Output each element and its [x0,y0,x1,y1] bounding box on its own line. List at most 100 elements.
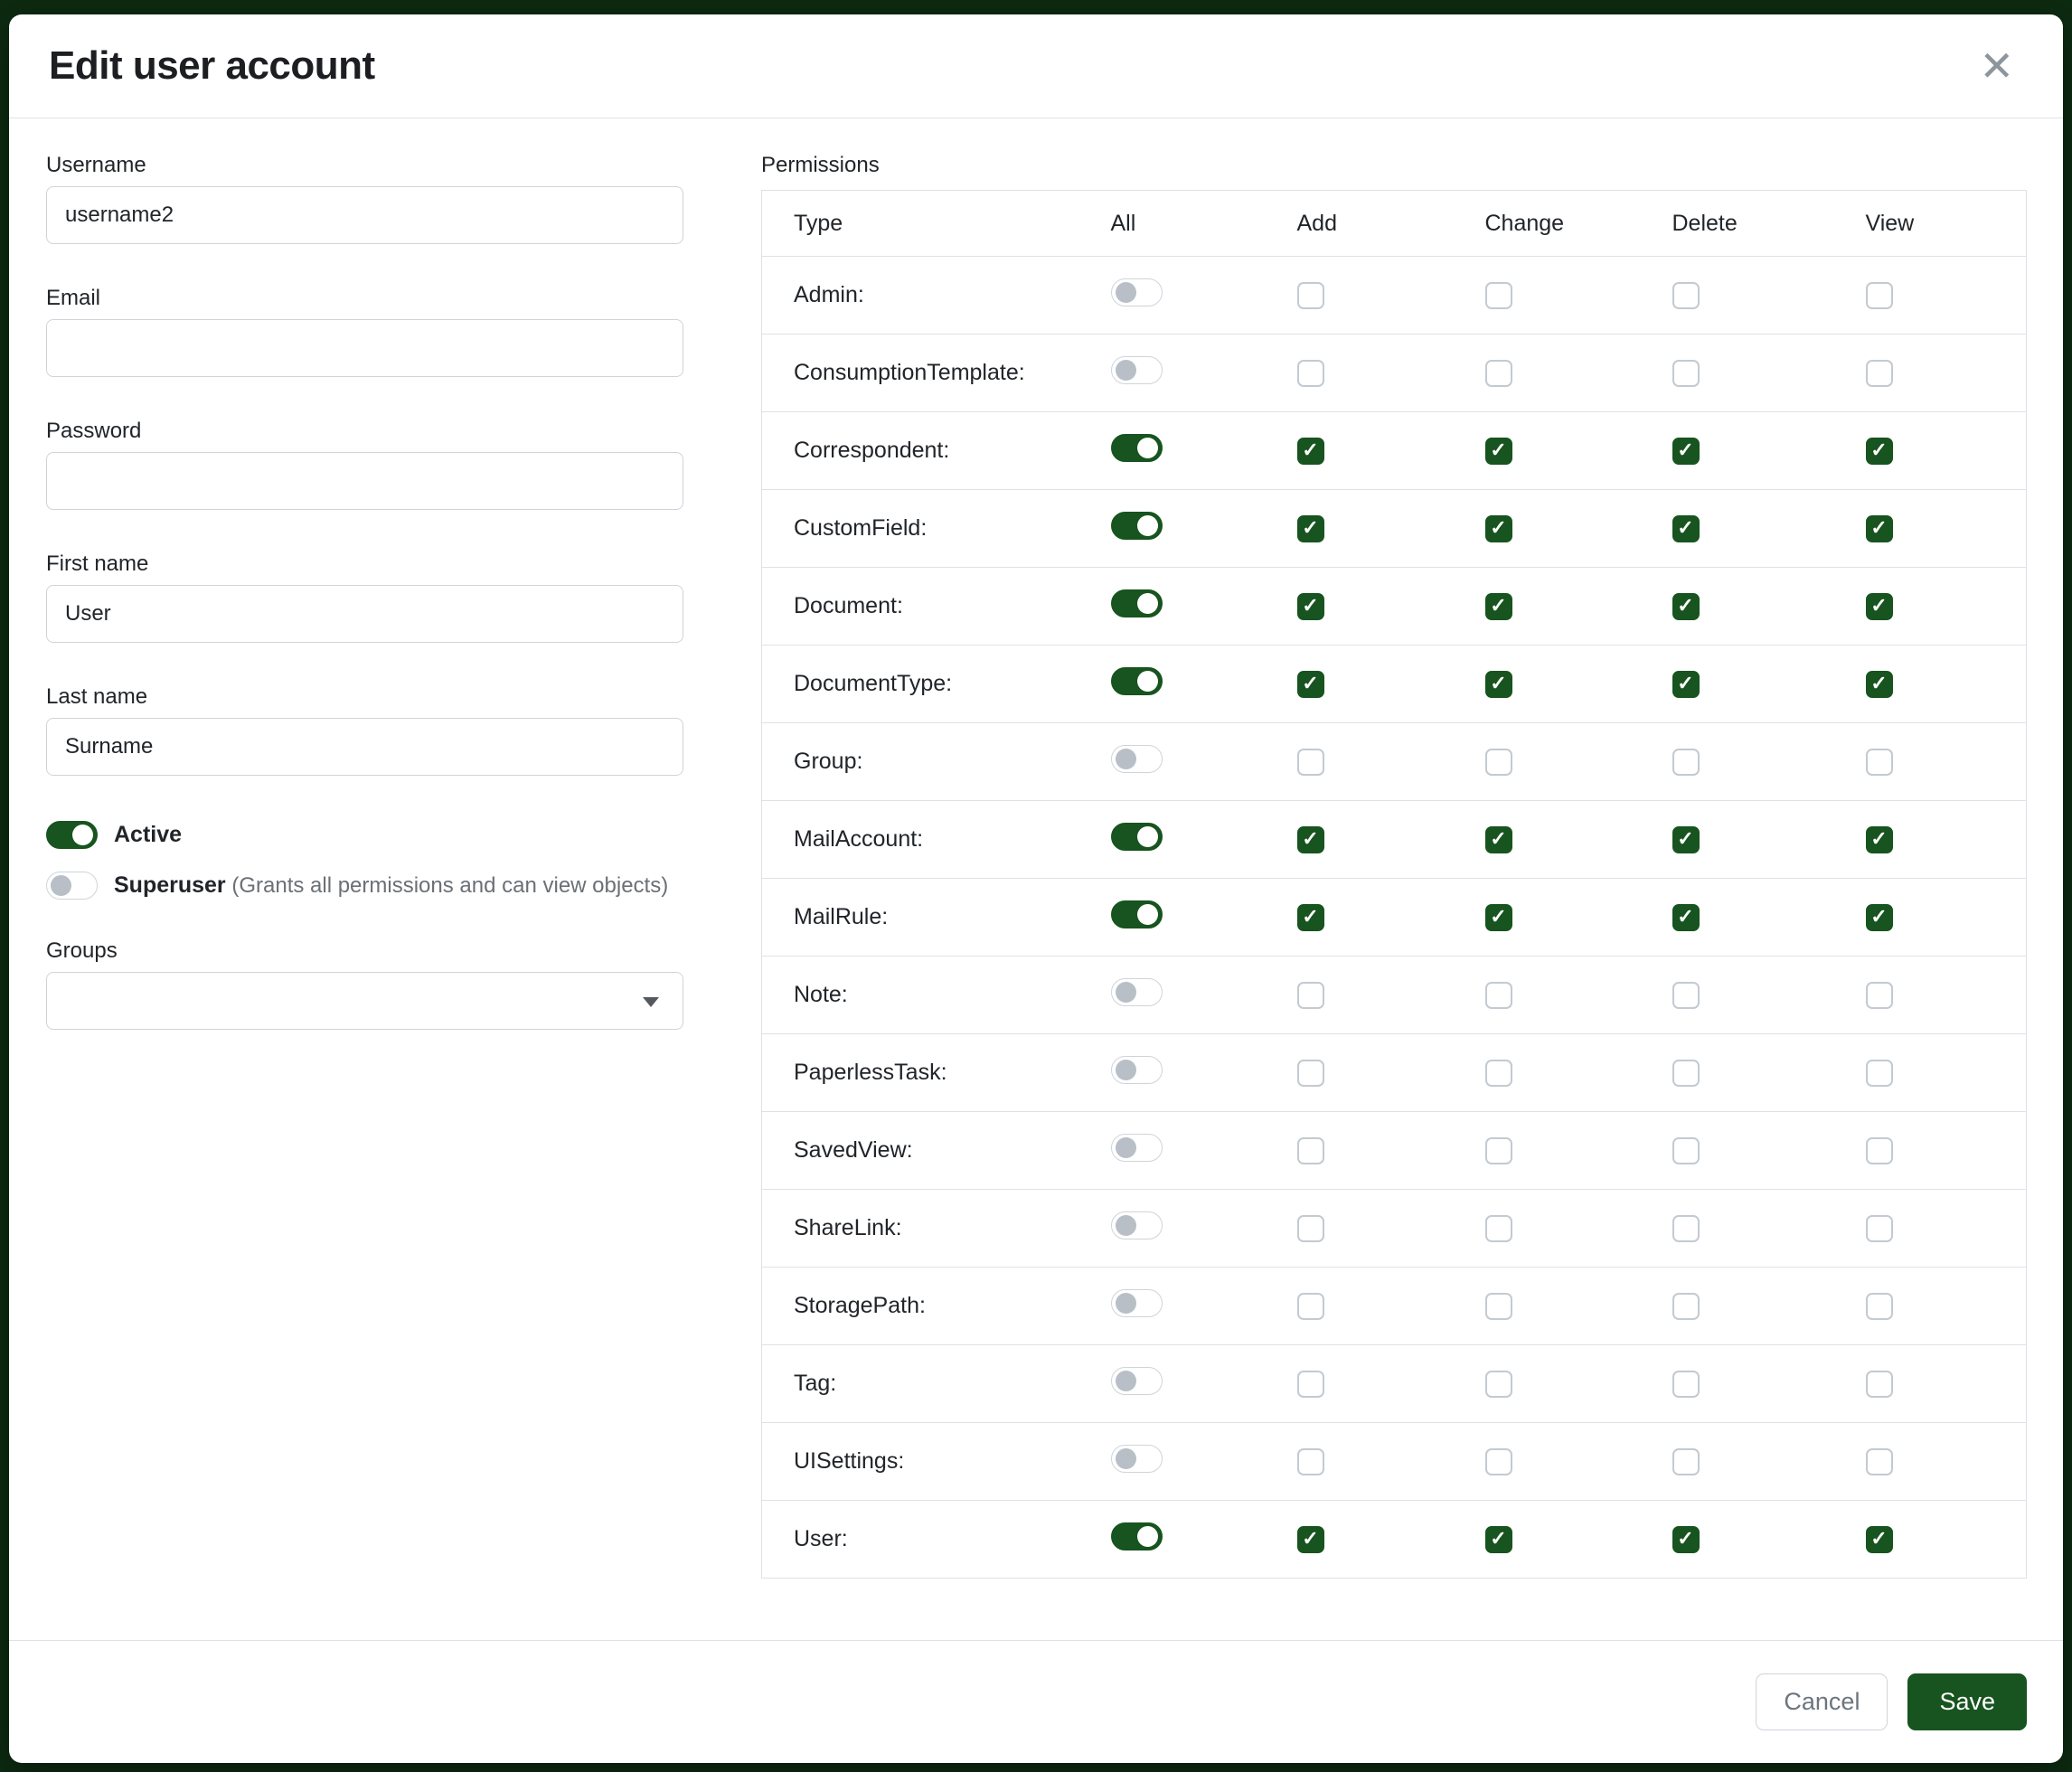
close-icon[interactable]: ✕ [1970,40,2023,92]
permission-change-checkbox[interactable] [1485,1448,1512,1475]
permission-add-checkbox[interactable] [1297,982,1324,1009]
permission-change-checkbox[interactable] [1485,826,1512,853]
email-input[interactable] [46,319,683,377]
permission-row: Tag: [762,1345,2027,1423]
permission-all-toggle[interactable] [1111,512,1163,540]
permission-view-checkbox[interactable] [1866,360,1893,387]
permission-add-checkbox[interactable] [1297,671,1324,698]
permission-change-checkbox[interactable] [1485,1526,1512,1553]
permission-add-checkbox[interactable] [1297,1448,1324,1475]
permission-change-checkbox[interactable] [1485,749,1512,776]
permission-view-checkbox[interactable] [1866,1137,1893,1164]
permission-add-checkbox[interactable] [1297,826,1324,853]
permission-delete-checkbox[interactable] [1672,982,1700,1009]
password-input[interactable] [46,452,683,510]
permission-change-checkbox[interactable] [1485,982,1512,1009]
groups-field-group: Groups [46,938,683,1030]
permission-view-checkbox[interactable] [1866,1448,1893,1475]
permission-add-checkbox[interactable] [1297,593,1324,620]
permission-all-toggle[interactable] [1111,356,1163,384]
permission-change-checkbox[interactable] [1485,1060,1512,1087]
groups-select[interactable] [46,972,683,1030]
first-name-input[interactable] [46,585,683,643]
permission-delete-checkbox[interactable] [1672,826,1700,853]
permission-delete-checkbox[interactable] [1672,1371,1700,1398]
permission-delete-checkbox[interactable] [1672,671,1700,698]
permission-all-toggle[interactable] [1111,1056,1163,1084]
permission-change-checkbox[interactable] [1485,515,1512,542]
permission-row: SavedView: [762,1112,2027,1190]
permission-all-toggle[interactable] [1111,1211,1163,1239]
save-button[interactable]: Save [1907,1673,2027,1730]
permission-all-toggle[interactable] [1111,745,1163,773]
permission-all-toggle[interactable] [1111,1445,1163,1473]
permission-change-checkbox[interactable] [1485,1215,1512,1242]
permission-add-checkbox[interactable] [1297,1137,1324,1164]
permission-view-checkbox[interactable] [1866,982,1893,1009]
username-input[interactable] [46,186,683,244]
permission-delete-checkbox[interactable] [1672,1526,1700,1553]
permission-view-checkbox[interactable] [1866,826,1893,853]
permission-view-checkbox[interactable] [1866,515,1893,542]
permission-change-checkbox[interactable] [1485,593,1512,620]
permission-delete-checkbox[interactable] [1672,438,1700,465]
permission-add-checkbox[interactable] [1297,515,1324,542]
permission-change-checkbox[interactable] [1485,360,1512,387]
permission-delete-checkbox[interactable] [1672,1060,1700,1087]
active-toggle[interactable] [46,821,98,849]
permission-change-checkbox[interactable] [1485,904,1512,931]
permission-view-checkbox[interactable] [1866,1215,1893,1242]
permission-delete-checkbox[interactable] [1672,904,1700,931]
permission-delete-checkbox[interactable] [1672,282,1700,309]
permission-view-checkbox[interactable] [1866,1371,1893,1398]
permission-delete-checkbox[interactable] [1672,593,1700,620]
permission-add-checkbox[interactable] [1297,1371,1324,1398]
permission-change-checkbox[interactable] [1485,282,1512,309]
permission-view-checkbox[interactable] [1866,438,1893,465]
permission-view-checkbox[interactable] [1866,1526,1893,1553]
permission-add-checkbox[interactable] [1297,1060,1324,1087]
permission-all-toggle[interactable] [1111,1367,1163,1395]
permission-change-checkbox[interactable] [1485,1371,1512,1398]
permission-delete-checkbox[interactable] [1672,1293,1700,1320]
permission-change-checkbox[interactable] [1485,671,1512,698]
permission-view-checkbox[interactable] [1866,1293,1893,1320]
permission-add-checkbox[interactable] [1297,904,1324,931]
permission-view-checkbox[interactable] [1866,749,1893,776]
permission-all-toggle[interactable] [1111,278,1163,306]
permission-change-checkbox[interactable] [1485,1293,1512,1320]
cancel-button[interactable]: Cancel [1756,1673,1888,1730]
permission-add-checkbox[interactable] [1297,1215,1324,1242]
permission-add-checkbox[interactable] [1297,1293,1324,1320]
permission-delete-checkbox[interactable] [1672,515,1700,542]
superuser-toggle[interactable] [46,872,98,900]
permission-all-toggle[interactable] [1111,1134,1163,1162]
permission-view-checkbox[interactable] [1866,593,1893,620]
permission-delete-checkbox[interactable] [1672,360,1700,387]
permission-add-checkbox[interactable] [1297,1526,1324,1553]
permission-all-toggle[interactable] [1111,978,1163,1006]
permission-delete-checkbox[interactable] [1672,1448,1700,1475]
permission-add-checkbox[interactable] [1297,438,1324,465]
permission-all-toggle[interactable] [1111,589,1163,617]
permission-all-toggle[interactable] [1111,434,1163,462]
permission-add-checkbox[interactable] [1297,749,1324,776]
permission-all-toggle[interactable] [1111,900,1163,928]
permission-change-checkbox[interactable] [1485,1137,1512,1164]
permission-all-toggle[interactable] [1111,1522,1163,1550]
permission-delete-checkbox[interactable] [1672,749,1700,776]
permission-change-checkbox[interactable] [1485,438,1512,465]
permission-all-toggle[interactable] [1111,823,1163,851]
permission-add-checkbox[interactable] [1297,282,1324,309]
permission-view-checkbox[interactable] [1866,1060,1893,1087]
permission-view-checkbox[interactable] [1866,671,1893,698]
permission-all-toggle[interactable] [1111,667,1163,695]
last-name-input[interactable] [46,718,683,776]
permission-view-checkbox[interactable] [1866,282,1893,309]
permission-all-toggle[interactable] [1111,1289,1163,1317]
permission-delete-checkbox[interactable] [1672,1137,1700,1164]
permission-view-checkbox[interactable] [1866,904,1893,931]
permission-delete-checkbox[interactable] [1672,1215,1700,1242]
active-row: Active [46,821,683,849]
permission-add-checkbox[interactable] [1297,360,1324,387]
